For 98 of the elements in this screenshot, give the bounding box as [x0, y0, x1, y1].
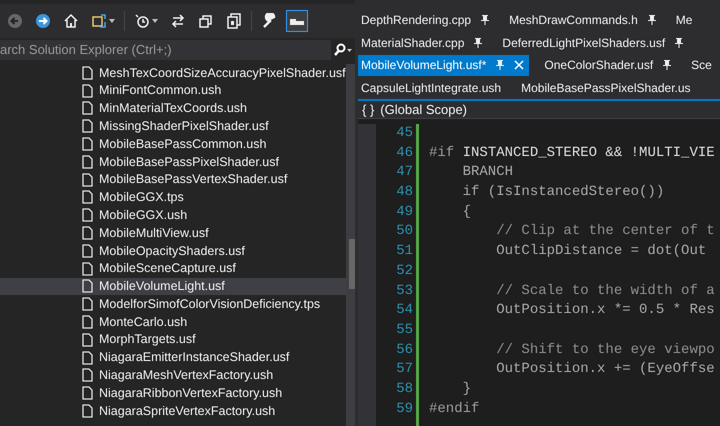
code-token: #if	[429, 144, 456, 161]
file-icon	[82, 350, 93, 365]
file-item[interactable]: ModelforSimofColorVisionDeficiency.tps	[0, 295, 346, 314]
scope-icon: { }	[362, 100, 374, 120]
line-number: 45	[395, 124, 413, 143]
line-number: 54	[395, 301, 413, 320]
search-field[interactable]: arch Solution Explorer (Ctrl+;)	[0, 40, 331, 60]
forward-icon	[35, 13, 51, 29]
file-icon	[82, 244, 93, 258]
file-item[interactable]: MobileBasePassVertexShader.usf	[0, 170, 346, 189]
clock-icon	[134, 13, 150, 29]
file-item[interactable]: MobileGGX.tps	[0, 188, 346, 206]
file-item[interactable]: NiagaraMeshVertexFactory.ush	[0, 366, 346, 384]
file-icon	[82, 208, 93, 222]
file-icon	[82, 84, 93, 98]
line-number: 58	[395, 380, 413, 399]
code-line: #endif	[429, 400, 480, 419]
line-number: 55	[395, 320, 413, 340]
file-tab[interactable]: MobileVolumeLight.usf*	[358, 54, 530, 76]
file-item[interactable]: NiagaraRibbonVertexFactory.ush	[0, 384, 346, 402]
code-line: OutPosition.x += (EyeOffse	[495, 360, 715, 380]
line-number: 52	[395, 262, 413, 281]
scope-dropdown[interactable]: (Global Scope)	[380, 100, 468, 120]
sync-icon	[91, 13, 107, 29]
line-number: 51	[395, 242, 413, 262]
code-comment: // Clip at the center of t	[495, 222, 715, 242]
file-icon	[82, 190, 93, 204]
code-line: OutClipDistance = dot(Out	[495, 242, 708, 262]
file-tab[interactable]: MeshDrawCommands.h	[506, 10, 661, 31]
line-number: 53	[395, 282, 413, 300]
file-icon	[82, 101, 93, 116]
file-icon	[82, 386, 93, 400]
file-icon	[82, 66, 93, 80]
file-tab[interactable]: OneColorShader.usf	[541, 54, 676, 76]
line-number: 48	[395, 183, 413, 202]
line-number: 46	[395, 144, 413, 163]
file-item[interactable]: NiagaraEmitterInstanceShader.usf	[0, 348, 346, 367]
file-icon	[82, 119, 93, 134]
file-item[interactable]: MissingShaderPixelShader.usf	[0, 117, 346, 136]
file-tab[interactable]: Me	[672, 10, 698, 31]
file-icon	[82, 404, 93, 418]
file-icon	[82, 297, 93, 312]
file-icon	[82, 154, 93, 169]
files-icon	[226, 13, 242, 29]
collapse-icon	[198, 13, 214, 29]
file-item[interactable]: MeshTexCoordSizeAccuracyPixelShader.usf	[0, 64, 346, 82]
wrench-icon	[261, 13, 277, 29]
file-item[interactable]: MobileSceneCapture.usf	[0, 260, 346, 278]
file-item[interactable]: MobileVolumeLight.usf	[0, 278, 346, 296]
line-number: 50	[395, 222, 413, 242]
line-number: 47	[395, 163, 413, 182]
code-line: BRANCH	[462, 163, 514, 182]
file-item[interactable]: NiagaraSpriteVertexFactory.ush	[0, 402, 346, 420]
file-icon	[82, 368, 93, 382]
file-item[interactable]: MobileBasePassCommon.ush	[0, 135, 346, 153]
file-item[interactable]: MobileBasePassPixelShader.usf	[0, 152, 346, 171]
pin-icon[interactable]	[675, 38, 684, 48]
back-icon	[7, 13, 23, 29]
file-item[interactable]: MobileMultiView.usf	[0, 224, 346, 242]
code-line: }	[462, 380, 472, 399]
code-line: if (IsInstancedStereo())	[462, 183, 666, 202]
file-item[interactable]: MinMaterialTexCoords.ush	[0, 100, 346, 118]
code-comment: // Shift to the eye viewpo	[495, 340, 715, 360]
pin-icon[interactable]	[648, 15, 656, 26]
file-item[interactable]: MobileGGX.ush	[0, 206, 346, 224]
file-tab[interactable]: DepthRendering.cpp	[358, 10, 494, 31]
file-item[interactable]: MiniFontCommon.ush	[0, 82, 346, 100]
line-number: 57	[395, 360, 413, 380]
code-line: OutPosition.x *= 0.5 * Res	[495, 301, 715, 320]
search-icon[interactable]	[331, 43, 353, 57]
pin-icon[interactable]	[663, 60, 672, 70]
file-icon	[82, 137, 93, 152]
file-icon	[82, 279, 93, 294]
file-icon	[82, 226, 93, 240]
file-icon	[82, 332, 93, 347]
file-icon	[82, 172, 93, 187]
code-token: INSTANCED_STEREO && !MULTI_VIE	[462, 144, 715, 161]
file-item[interactable]: MobileOpacityShaders.usf	[0, 242, 346, 260]
line-number: 49	[395, 202, 413, 222]
file-icon	[82, 262, 93, 276]
arrows-icon	[170, 13, 186, 29]
close-icon[interactable]	[514, 60, 524, 70]
file-tab[interactable]: MobileBasePassPixelShader.us	[518, 77, 696, 98]
file-tab[interactable]: Sce	[688, 54, 717, 76]
preview-button[interactable]	[286, 10, 308, 32]
file-tab[interactable]: CapsuleLightIntegrate.ush	[358, 77, 506, 98]
line-number: 59	[395, 400, 413, 419]
file-tab[interactable]: MaterialShader.cpp	[358, 32, 488, 54]
file-icon	[82, 315, 93, 330]
line-number: 56	[395, 340, 413, 360]
file-tab[interactable]: DeferredLightPixelShaders.usf	[499, 32, 688, 54]
home-icon	[63, 13, 79, 29]
code-line: {	[462, 202, 472, 222]
code-comment: // Scale to the width of a	[495, 282, 715, 300]
pin-icon[interactable]	[481, 15, 490, 26]
file-item[interactable]: MorphTargets.usf	[0, 330, 346, 349]
file-item[interactable]: MonteCarlo.ush	[0, 313, 346, 331]
pin-icon[interactable]	[474, 38, 482, 48]
